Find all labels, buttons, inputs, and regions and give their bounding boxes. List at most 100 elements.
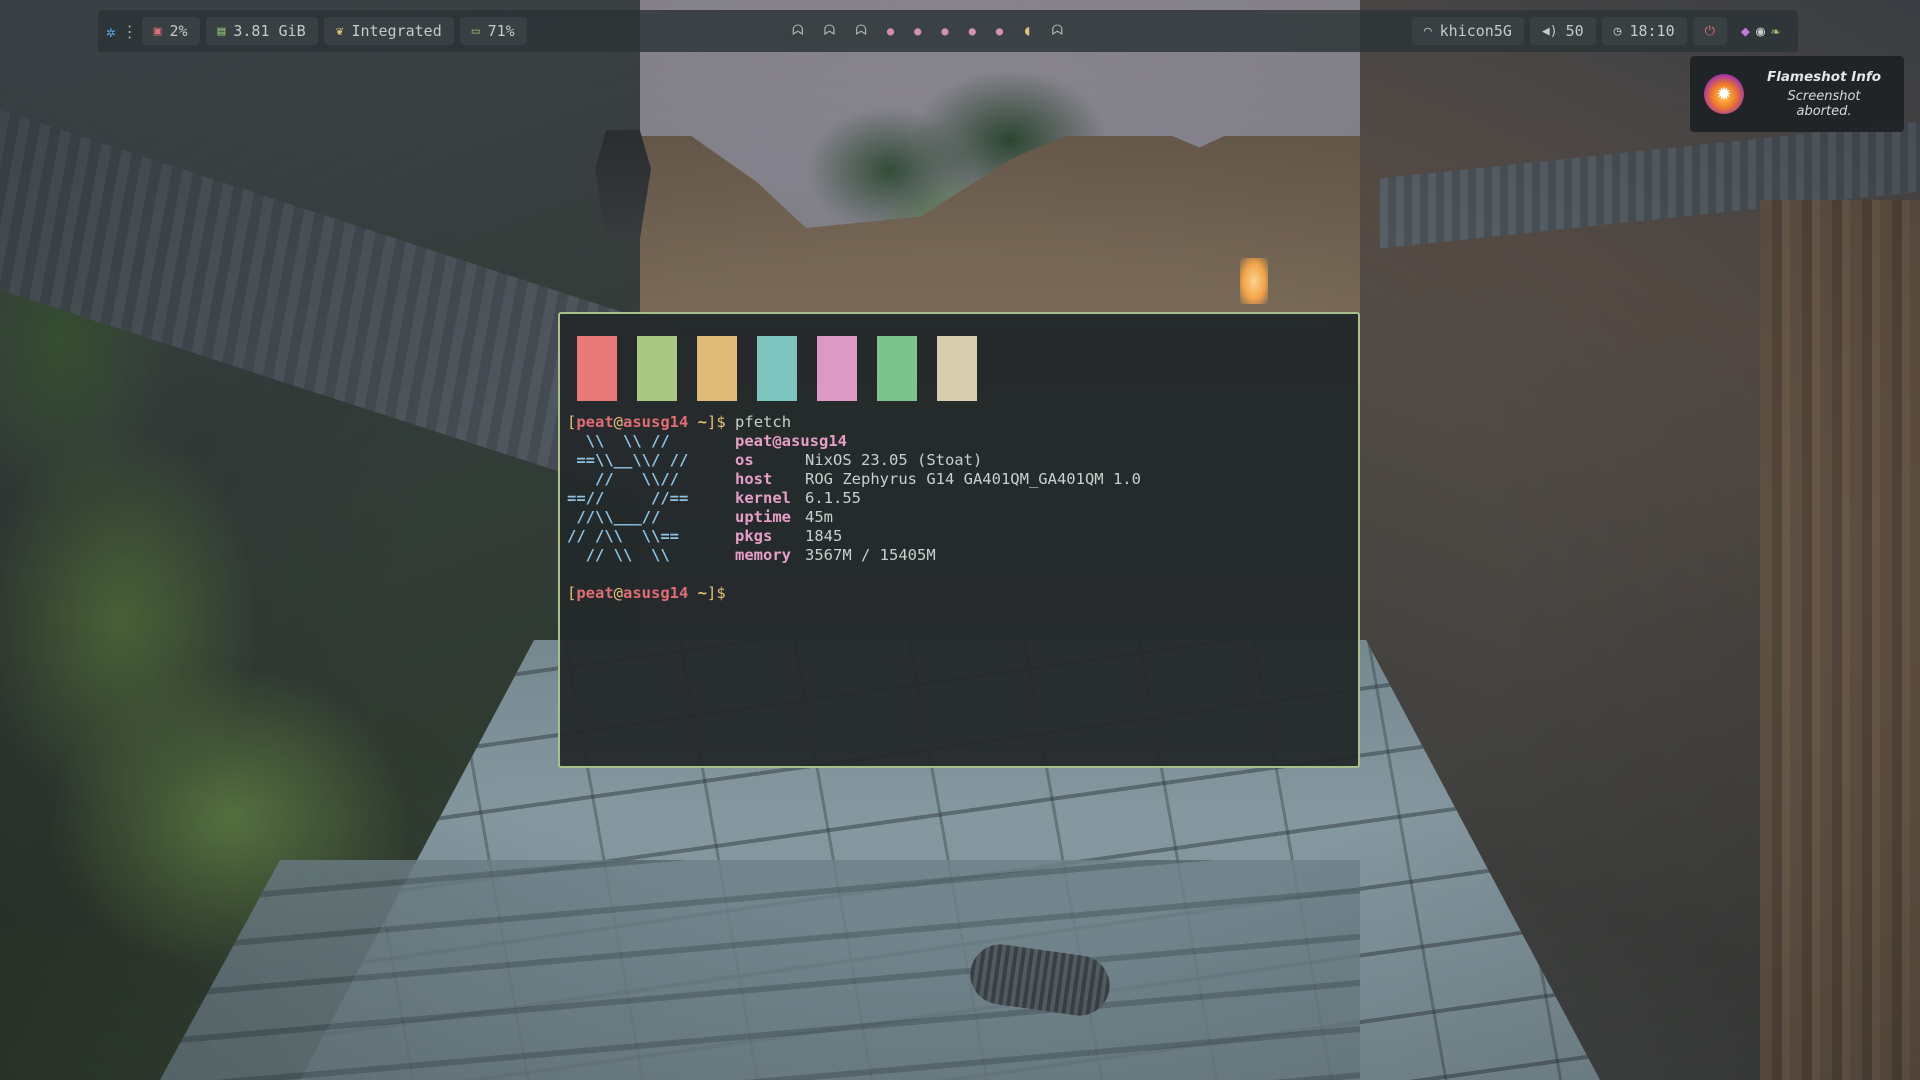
flameshot-icon: ✹ — [1704, 74, 1744, 114]
fetch-key: memory — [735, 546, 791, 564]
prompt-bracket-close: ]$ — [707, 413, 726, 431]
flameshot-tray-icon[interactable]: ◆ — [1741, 22, 1750, 40]
color-swatch — [697, 336, 737, 401]
fetch-value: 45m — [805, 508, 833, 526]
prompt-at: @ — [613, 584, 624, 602]
notification-title: Flameshot Info — [1766, 69, 1882, 85]
fetch-header: peat@asusg14 — [735, 432, 847, 450]
wifi-icon: ◠ — [1423, 23, 1432, 39]
color-swatch — [817, 336, 857, 401]
wifi-ssid: khicon5G — [1439, 22, 1512, 40]
clock-module[interactable]: ◷ 18:10 — [1601, 17, 1687, 45]
workspace-list: ᗣ ᗣ ᗣ ● ● ● ● ● ◖ ᗣ — [778, 17, 1078, 45]
fetch-key: host — [735, 470, 773, 488]
prompt-line-current[interactable]: [peat@asusg14 ~]$ — [567, 584, 1349, 603]
discord-tray-icon[interactable]: ◉ — [1756, 22, 1765, 40]
dot-icon[interactable]: ● — [887, 25, 894, 37]
prompt-user: peat — [576, 413, 614, 431]
ghost-icon[interactable]: ᗣ — [792, 24, 804, 38]
pfetch-row: // \\ \\ memory 3567M / 15405M — [567, 546, 1349, 565]
power-button[interactable]: ⏻ — [1692, 17, 1727, 45]
cpu-module[interactable]: ▣ 2% — [141, 17, 200, 45]
clock-icon: ◷ — [1613, 23, 1622, 39]
notification-body: Screenshot aborted. — [1787, 89, 1861, 119]
battery-module[interactable]: ▭ 71% — [459, 17, 527, 45]
pfetch-row: ==// //== kernel 6.1.55 — [567, 489, 1349, 508]
fetch-value: 3567M / 15405M — [805, 546, 936, 564]
prompt-bracket-open: [ — [567, 584, 577, 602]
color-swatch — [637, 336, 677, 401]
ghost-icon[interactable]: ᗣ — [1051, 24, 1063, 38]
dot-icon[interactable]: ● — [914, 25, 921, 37]
color-swatch — [757, 336, 797, 401]
leaf-tray-icon[interactable]: ❧ — [1771, 22, 1780, 40]
fetch-key: uptime — [735, 508, 791, 526]
nixos-logo-line: \\ \\ // — [567, 432, 670, 450]
system-tray: ◆ ◉ ❧ — [1733, 22, 1788, 40]
fetch-key: pkgs — [735, 527, 773, 545]
nixos-logo-line: // \\// — [567, 470, 679, 488]
wifi-module[interactable]: ◠ khicon5G — [1411, 17, 1524, 45]
status-bar-right: ◠ khicon5G ◀) 50 ◷ 18:10 ⏻ ◆ ◉ ❧ — [1411, 10, 1788, 52]
prompt-user: peat — [576, 584, 614, 602]
pfetch-row: //\\___// uptime 45m — [567, 508, 1349, 527]
nixos-logo-line: // /\\ \\== — [567, 527, 679, 545]
ram-icon: ▤ — [217, 23, 226, 39]
ghost-icon[interactable]: ᗣ — [855, 24, 867, 38]
fetch-value: 6.1.55 — [805, 489, 861, 507]
gear-icon[interactable]: ✲ — [106, 22, 116, 41]
dot-icon[interactable]: ● — [941, 25, 948, 37]
nixos-logo-line: ==// //== — [567, 489, 689, 507]
prompt-at: @ — [613, 413, 624, 431]
gpu-module[interactable]: ❦ Integrated — [323, 17, 454, 45]
prompt-dir: ~ — [688, 584, 708, 602]
fetch-value: 1845 — [805, 527, 843, 545]
volume-value: 50 — [1565, 22, 1584, 40]
prompt-host: asusg14 — [623, 413, 689, 431]
nixos-logo-line: // \\ \\ — [567, 546, 670, 564]
nixos-logo-line: ==\\__\\/ // — [567, 451, 689, 469]
battery-icon: ▭ — [471, 23, 480, 39]
memory-module[interactable]: ▤ 3.81 GiB — [205, 17, 318, 45]
pfetch-row: // /\\ \\== pkgs 1845 — [567, 527, 1349, 546]
pacman-icon[interactable]: ◖ — [1023, 24, 1031, 38]
status-bar: ✲ ⋮ ▣ 2% ▤ 3.81 GiB ❦ Integrated ▭ 71% ᗣ… — [98, 10, 1798, 52]
color-swatch — [877, 336, 917, 401]
pfetch-row: ==\\__\\/ // os NixOS 23.05 (Stoat) — [567, 451, 1349, 470]
vertical-dots-icon[interactable]: ⋮ — [122, 22, 138, 41]
gpu-value: Integrated — [351, 22, 442, 40]
cpu-value: 2% — [169, 22, 188, 40]
battery-value: 71% — [487, 22, 515, 40]
dot-icon[interactable]: ● — [996, 25, 1003, 37]
color-swatch — [577, 336, 617, 401]
color-swatch — [937, 336, 977, 401]
fetch-value: NixOS 23.05 (Stoat) — [805, 451, 983, 469]
notification-text: Flameshot Info Screenshot aborted. — [1758, 69, 1890, 119]
ghost-icon[interactable]: ᗣ — [824, 24, 836, 38]
prompt-host: asusg14 — [623, 584, 689, 602]
notification-popup[interactable]: ✹ Flameshot Info Screenshot aborted. — [1690, 56, 1904, 132]
fetch-key: os — [735, 451, 754, 469]
command-text: pfetch — [735, 413, 792, 431]
pfetch-row: \\ \\ // peat@asusg14 — [567, 432, 1349, 451]
pfetch-row: // \\// host ROG Zephyrus G14 GA401QM_GA40… — [567, 470, 1349, 489]
memory-value: 3.81 GiB — [233, 22, 306, 40]
prompt-dir: ~ — [688, 413, 708, 431]
status-bar-left: ✲ ⋮ ▣ 2% ▤ 3.81 GiB ❦ Integrated ▭ 71% — [106, 10, 527, 52]
prompt-command: pfetch — [726, 413, 791, 431]
nixos-logo-line: //\\___// — [567, 508, 661, 526]
power-icon: ⏻ — [1704, 23, 1715, 39]
terminal-window[interactable]: [peat@asusg14 ~]$ pfetch \\ \\ //peat@as… — [558, 312, 1360, 768]
fetch-value: ROG Zephyrus G14 GA401QM_GA401QM 1.0 — [805, 470, 1141, 488]
volume-module[interactable]: ◀) 50 — [1529, 17, 1596, 45]
pfetch-output: \\ \\ // peat@asusg14 ==\\__\\/ // os NixOS… — [567, 432, 1349, 565]
prompt-bracket-open: [ — [567, 413, 577, 431]
prompt-line: [peat@asusg14 ~]$ pfetch — [567, 413, 1349, 432]
fetch-key: kernel — [735, 489, 791, 507]
dot-icon[interactable]: ● — [969, 25, 976, 37]
leaf-icon: ❦ — [335, 23, 344, 39]
cpu-chip-icon: ▣ — [153, 23, 162, 39]
color-swatches — [577, 336, 1349, 401]
workspace-switcher: ᗣ ᗣ ᗣ ● ● ● ● ● ◖ ᗣ — [778, 10, 1078, 52]
